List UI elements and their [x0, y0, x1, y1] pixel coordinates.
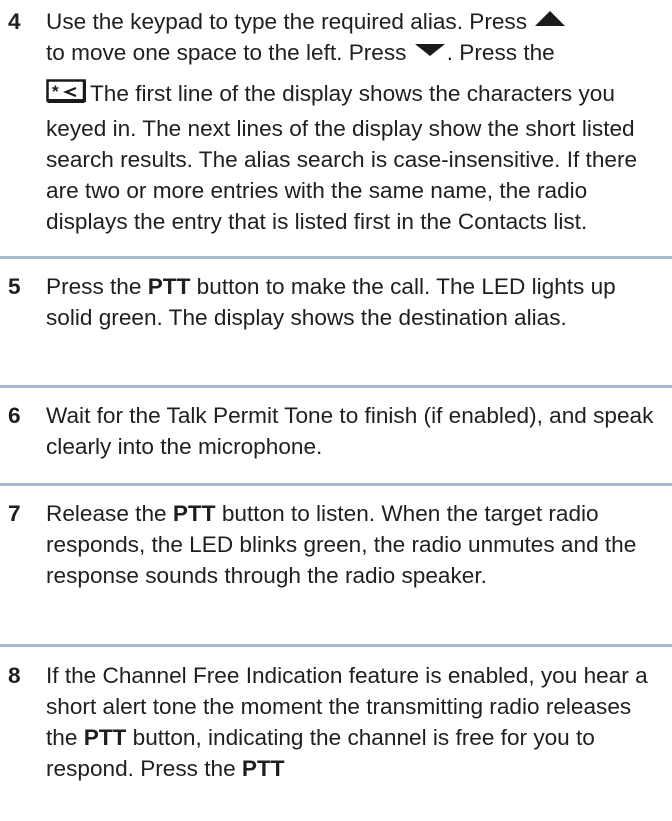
step-text: Wait for the Talk Permit Tone to finish … [46, 403, 654, 459]
step-4: 4 Use the keypad to type the required al… [0, 6, 672, 237]
step-number: 4 [8, 9, 21, 34]
step-7: 7 Release the PTT button to listen. When… [0, 498, 672, 591]
step-line: Use the keypad to type the required alia… [46, 6, 666, 37]
step-text: The first line of the display shows the … [46, 81, 638, 234]
svg-text:*: * [52, 82, 59, 101]
step-number: 7 [8, 501, 21, 526]
step-5: 5 Press the PTT button to make the call.… [0, 271, 672, 333]
ptt-label: PTT [241, 756, 285, 781]
divider [0, 644, 672, 647]
ptt-label: PTT [172, 501, 216, 526]
step-text: . Press the [446, 40, 555, 65]
divider [0, 483, 672, 486]
step-number: 6 [8, 403, 21, 428]
step-line: to move one space to the left. Press . P… [46, 37, 666, 68]
up-arrow-icon [535, 11, 566, 26]
divider [0, 385, 672, 388]
star-backspace-key-icon: * [46, 79, 87, 113]
step-number: 8 [8, 663, 21, 688]
step-paragraph: * The first line of the display shows th… [46, 78, 666, 237]
step-number: 5 [8, 274, 21, 299]
down-arrow-icon [414, 44, 445, 56]
step-text: Use the keypad to type the required alia… [46, 9, 528, 34]
step-text: Press the [46, 274, 148, 299]
ptt-label: PTT [147, 274, 191, 299]
divider [0, 256, 672, 259]
step-6: 6 Wait for the Talk Permit Tone to finis… [0, 400, 672, 462]
step-8: 8 If the Channel Free Indication feature… [0, 660, 672, 784]
ptt-label: PTT [83, 725, 127, 750]
step-text: to move one space to the left. Press [46, 40, 407, 65]
step-text: Release the [46, 501, 173, 526]
step-text: button, indicating the channel is free f… [46, 725, 595, 781]
